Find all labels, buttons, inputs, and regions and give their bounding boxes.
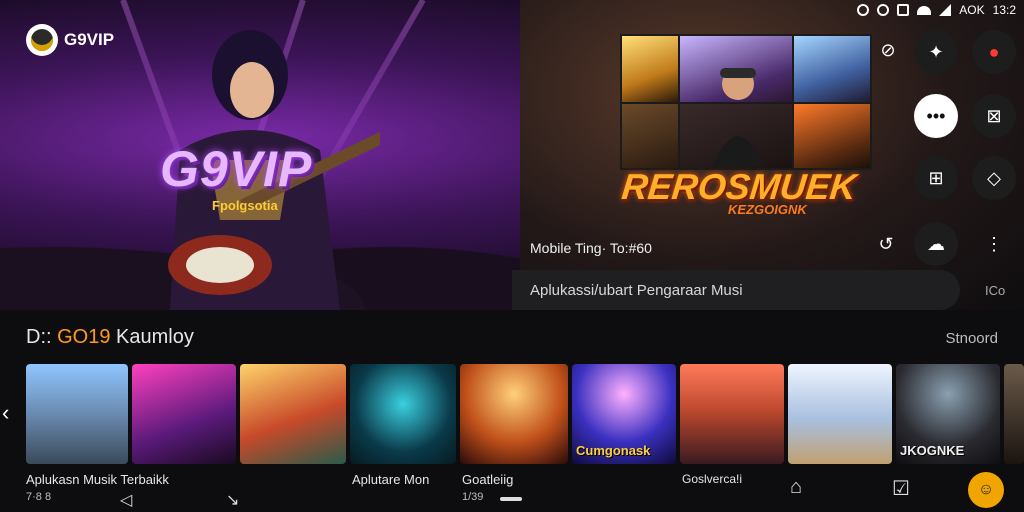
album-card[interactable] bbox=[240, 364, 346, 464]
down-icon[interactable]: ↘ bbox=[226, 490, 239, 510]
album-card[interactable]: JKOGNKE bbox=[896, 364, 1000, 464]
status-bar: AOK 13:2 bbox=[857, 3, 1016, 17]
featured-meta: Mobile Ting· To:#60 bbox=[530, 240, 652, 256]
search-action[interactable]: ICo bbox=[985, 283, 1005, 298]
card-title: Cumgonask bbox=[576, 443, 651, 458]
home-indicator[interactable] bbox=[500, 497, 522, 501]
status-time: 13:2 bbox=[992, 3, 1016, 17]
back-icon[interactable]: ◁ bbox=[120, 490, 132, 510]
share-icon[interactable]: ● bbox=[972, 30, 1016, 74]
search-bar[interactable]: Aplukassi/ubart Pengaraar Musi bbox=[512, 270, 960, 310]
compass-icon[interactable]: ⊘ bbox=[874, 36, 902, 64]
home-icon[interactable]: ⌂ bbox=[790, 476, 802, 499]
featured-subtitle: KEZGOIGNK bbox=[728, 202, 807, 217]
chat-icon[interactable]: ••• bbox=[914, 94, 958, 138]
wifi-icon bbox=[917, 5, 932, 15]
close-box-icon[interactable]: ⊠ bbox=[972, 94, 1016, 138]
album-card[interactable] bbox=[460, 364, 568, 464]
signal-icon bbox=[939, 4, 952, 16]
album-card[interactable] bbox=[680, 364, 784, 464]
logo-icon bbox=[26, 24, 58, 56]
search-placeholder: Aplukassi/ubart Pengaraar Musi bbox=[530, 281, 743, 299]
refresh-icon[interactable]: ↺ bbox=[872, 230, 900, 258]
section-title: D:: GO19 Kaumloy bbox=[26, 326, 194, 348]
album-card[interactable]: Cumgonask bbox=[572, 364, 676, 464]
cloud-icon[interactable]: ☁ bbox=[914, 222, 958, 266]
more-icon[interactable]: ⋮ bbox=[980, 230, 1008, 258]
app-logo[interactable]: G9VIP bbox=[26, 24, 114, 56]
chevron-left-icon[interactable]: ‹ bbox=[2, 400, 9, 426]
alarm-icon bbox=[857, 4, 870, 16]
checkbox-icon[interactable]: ☑ bbox=[892, 476, 910, 501]
album-card[interactable] bbox=[26, 364, 128, 464]
album-card[interactable] bbox=[350, 364, 456, 464]
status-text: AOK bbox=[959, 3, 985, 17]
person-icon[interactable]: ✦ bbox=[914, 30, 958, 74]
vibrate-icon bbox=[897, 4, 910, 16]
card-title: JKOGNKE bbox=[900, 443, 965, 458]
record-icon bbox=[877, 4, 890, 16]
card-caption: Goslverca!i bbox=[682, 472, 743, 486]
album-card[interactable] bbox=[132, 364, 236, 464]
card-caption: Goatleiig bbox=[462, 472, 514, 487]
card-subcaption: 7·8 8 bbox=[26, 491, 52, 503]
brand-subtitle: Fpolgsotia bbox=[212, 198, 278, 213]
chip-icon[interactable]: ⊞ bbox=[914, 156, 958, 200]
section-link[interactable]: Stnoord bbox=[945, 330, 998, 347]
hero-banner[interactable]: G9VIP G9VIP Fpolgsotia REROSMUEK KEZGOIG… bbox=[0, 0, 1024, 310]
card-caption: Aplutare Mon bbox=[352, 472, 430, 487]
card-caption: Aplukasn Musik Terbaikk bbox=[26, 472, 169, 487]
album-card[interactable] bbox=[1004, 364, 1024, 464]
brand-title: G9VIP bbox=[160, 141, 313, 197]
tag-icon[interactable]: ◇ bbox=[972, 156, 1016, 200]
logo-text: G9VIP bbox=[64, 30, 115, 49]
card-subcaption: 1/39 bbox=[462, 491, 484, 503]
album-card[interactable] bbox=[788, 364, 892, 464]
profile-icon[interactable]: ☺ bbox=[968, 472, 1004, 508]
